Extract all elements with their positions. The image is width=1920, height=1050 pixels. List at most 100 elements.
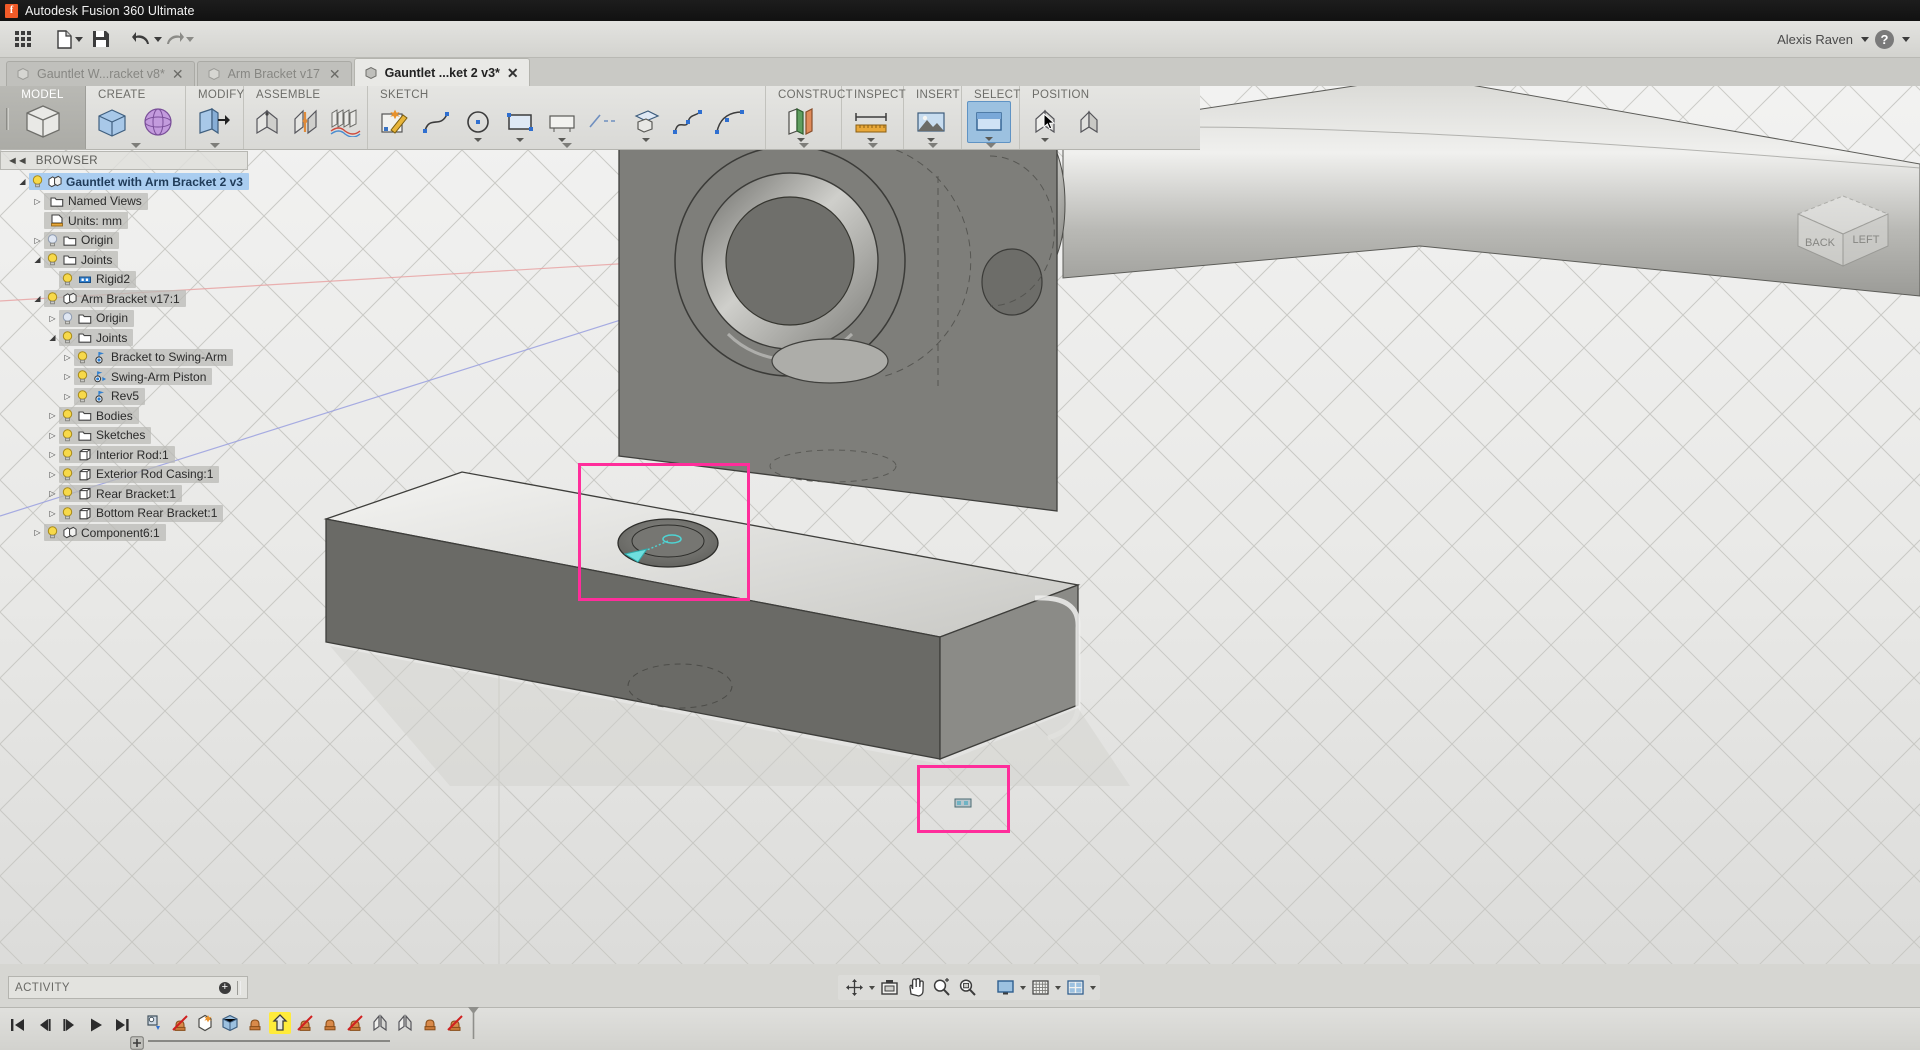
lightbulb-icon[interactable] [46, 253, 59, 266]
tree-item-content[interactable]: Component6:1 [44, 524, 166, 541]
lightbulb-icon[interactable] [76, 390, 89, 403]
tree-item-content[interactable]: Sketches [59, 427, 151, 444]
expand-arrow-closed-icon[interactable]: ▷ [46, 509, 59, 518]
timeline-joint-suppressed-2[interactable] [294, 1012, 316, 1034]
timeline-step-back[interactable] [36, 1017, 52, 1033]
lightbulb-icon[interactable] [61, 468, 74, 481]
tree-item-origin[interactable]: ▷Origin [0, 231, 250, 251]
pan-button[interactable] [903, 976, 927, 999]
viewports-button[interactable] [1063, 976, 1087, 999]
chevron-down-icon[interactable] [797, 138, 805, 142]
tree-item-content[interactable]: Interior Rod:1 [59, 446, 175, 463]
redo-button[interactable] [164, 25, 194, 54]
close-icon[interactable]: ✕ [329, 67, 341, 81]
tree-item-content[interactable]: Rear Bracket:1 [59, 485, 182, 502]
tree-item-content[interactable]: Bodies [59, 407, 139, 424]
expand-arrow-open-icon[interactable]: ◢ [16, 177, 29, 186]
tree-item-content[interactable]: Bottom Rear Bracket:1 [59, 505, 223, 522]
tree-item-content[interactable]: Joints [44, 251, 118, 268]
rectangle-button[interactable] [500, 101, 540, 143]
app-grid-button[interactable] [8, 25, 38, 54]
timeline-rigid-joint-1[interactable] [244, 1012, 266, 1034]
circle-button[interactable] [458, 101, 498, 143]
tree-item-bracket-to-swing-arm[interactable]: ▷Bracket to Swing-Arm [0, 348, 250, 368]
chevron-down-icon[interactable] [1055, 986, 1061, 990]
expand-arrow-open-icon[interactable]: ◢ [46, 333, 59, 342]
tree-item-gauntlet-with-arm-bracket-2-v3[interactable]: ◢Gauntlet with Arm Bracket 2 v3 [0, 172, 250, 192]
zoom-button[interactable] [929, 976, 953, 999]
chevron-down-icon[interactable] [985, 137, 993, 141]
lightbulb-icon[interactable] [61, 312, 74, 325]
group-expand-arrow[interactable] [986, 143, 996, 148]
expand-arrow-closed-icon[interactable]: ▷ [61, 372, 74, 381]
sketch-dimension-button[interactable] [542, 101, 582, 143]
tree-item-bottom-rear-bracket-1[interactable]: ▷Bottom Rear Bracket:1 [0, 504, 250, 524]
lightbulb-icon[interactable] [61, 429, 74, 442]
expand-arrow-closed-icon[interactable]: ▷ [46, 431, 59, 440]
expand-arrow-closed-icon[interactable]: ▷ [31, 528, 44, 537]
construction-line-button[interactable] [584, 101, 624, 143]
tab-arm-bracket-v17[interactable]: Arm Bracket v17 ✕ [197, 61, 352, 86]
spline-button[interactable] [668, 101, 708, 143]
press-pull-button[interactable] [189, 101, 237, 143]
tree-item-origin[interactable]: ▷Origin [0, 309, 250, 329]
lightbulb-icon[interactable] [76, 370, 89, 383]
chevron-down-icon[interactable] [1041, 138, 1049, 142]
chevron-down-icon[interactable] [516, 138, 524, 142]
chevron-down-icon[interactable] [474, 138, 482, 142]
tree-item-rear-bracket-1[interactable]: ▷Rear Bracket:1 [0, 484, 250, 504]
expand-arrow-closed-icon[interactable]: ▷ [46, 450, 59, 459]
chevron-down-icon[interactable] [1861, 37, 1869, 42]
user-name-label[interactable]: Alexis Raven [1777, 32, 1853, 47]
tree-item-exterior-rod-casing-1[interactable]: ▷Exterior Rod Casing:1 [0, 465, 250, 485]
joint-button[interactable] [286, 101, 325, 143]
plus-circle-icon[interactable]: + [219, 982, 231, 994]
project-include-button[interactable] [626, 101, 666, 143]
tree-item-interior-rod-1[interactable]: ▷Interior Rod:1 [0, 445, 250, 465]
timeline-insert-mcmaster[interactable] [144, 1012, 166, 1034]
timeline-body-1[interactable] [219, 1012, 241, 1034]
tab-gauntlet-w-bracket-v8[interactable]: Gauntlet W...racket v8* ✕ [6, 61, 195, 86]
tree-item-sketches[interactable]: ▷Sketches [0, 426, 250, 446]
tree-item-content[interactable]: Swing-Arm Piston [74, 368, 212, 385]
timeline-move-copy[interactable] [269, 1012, 291, 1034]
expand-arrow-closed-icon[interactable]: ▷ [31, 236, 44, 245]
chevron-down-icon[interactable] [869, 986, 875, 990]
tab-gauntlet-bracket-2-v3[interactable]: Gauntlet ...ket 2 v3* ✕ [354, 58, 530, 86]
tree-item-joints[interactable]: ◢Joints [0, 250, 250, 270]
timeline-rigid-joint-3[interactable] [419, 1012, 441, 1034]
measure-button[interactable] [845, 101, 897, 143]
ribbon-grip[interactable] [6, 108, 9, 130]
tree-item-arm-bracket-v17-1[interactable]: ◢Arm Bracket v17:1 [0, 289, 250, 309]
insert-image-button[interactable] [907, 101, 955, 143]
create-sketch-button[interactable] [374, 101, 414, 143]
tree-item-content[interactable]: Origin [44, 232, 119, 249]
grid-snaps-button[interactable] [1028, 976, 1052, 999]
timeline-track[interactable] [140, 1036, 390, 1046]
expand-arrow-closed-icon[interactable]: ▷ [46, 411, 59, 420]
tree-item-content[interactable]: Units: mm [44, 212, 128, 229]
expand-arrow-closed-icon[interactable]: ▷ [61, 392, 74, 401]
timeline-new-component-1[interactable] [194, 1012, 216, 1034]
timeline-as-built-joint-1[interactable] [369, 1012, 391, 1034]
chevron-down-icon[interactable] [1090, 986, 1096, 990]
undo-button[interactable] [132, 25, 162, 54]
lightbulb-icon[interactable] [61, 487, 74, 500]
lightbulb-icon[interactable] [61, 273, 74, 286]
browser-tree[interactable]: ◢Gauntlet with Arm Bracket 2 v3▷Named Vi… [0, 172, 250, 543]
lightbulb-icon[interactable] [61, 331, 74, 344]
new-file-button[interactable] [54, 25, 84, 54]
group-expand-arrow[interactable] [868, 143, 878, 148]
expand-arrow-closed-icon[interactable]: ▷ [31, 197, 44, 206]
orbit-button[interactable] [842, 976, 866, 999]
chevron-down-icon[interactable] [558, 138, 566, 142]
lightbulb-icon[interactable] [76, 351, 89, 364]
lightbulb-icon[interactable] [46, 292, 59, 305]
tree-item-units-mm[interactable]: Units: mm [0, 211, 250, 231]
timeline-marker-icon[interactable] [466, 1007, 480, 1039]
save-button[interactable] [86, 25, 116, 54]
tree-item-content[interactable]: Exterior Rod Casing:1 [59, 466, 219, 483]
group-expand-arrow[interactable] [562, 143, 572, 148]
group-expand-arrow[interactable] [131, 143, 141, 148]
timeline-step-forward[interactable] [62, 1017, 78, 1033]
